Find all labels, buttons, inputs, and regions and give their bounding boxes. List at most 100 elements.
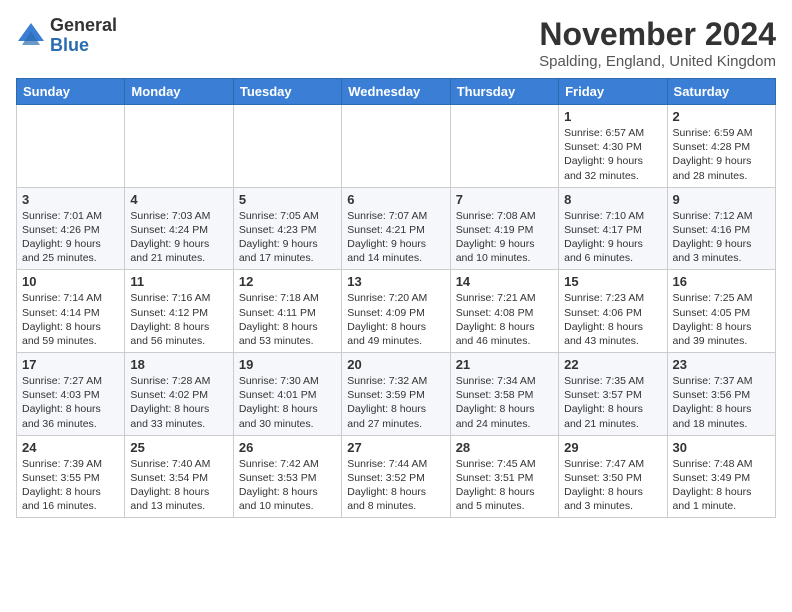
weekday-header-saturday: Saturday [667,79,775,105]
cell-text: Sunrise: 6:57 AM Sunset: 4:30 PM Dayligh… [564,126,661,183]
cell-text: Sunrise: 7:40 AM Sunset: 3:54 PM Dayligh… [130,457,227,514]
day-number: 25 [130,440,227,455]
calendar-cell: 2 Sunrise: 6:59 AM Sunset: 4:28 PM Daylig… [667,105,775,188]
day-number: 13 [347,274,444,289]
calendar-cell: 16Sunrise: 7:25 AM Sunset: 4:05 PM Dayli… [667,270,775,353]
calendar-cell: 7Sunrise: 7:08 AM Sunset: 4:19 PM Daylig… [450,187,558,270]
cell-text: Sunrise: 7:42 AM Sunset: 3:53 PM Dayligh… [239,457,336,514]
day-number: 28 [456,440,553,455]
header: General Blue November 2024 Spalding, Eng… [16,16,776,70]
calendar-cell: 9Sunrise: 7:12 AM Sunset: 4:16 PM Daylig… [667,187,775,270]
day-number: 2 [673,109,770,124]
title-area: November 2024 Spalding, England, United … [539,16,776,70]
calendar-cell [233,105,341,188]
cell-text: Sunrise: 7:05 AM Sunset: 4:23 PM Dayligh… [239,209,336,266]
calendar-cell: 3 Sunrise: 7:01 AM Sunset: 4:26 PM Daylig… [17,187,125,270]
cell-text: Sunrise: 7:35 AM Sunset: 3:57 PM Dayligh… [564,374,661,431]
cell-text: Sunrise: 7:28 AM Sunset: 4:02 PM Dayligh… [130,374,227,431]
calendar-cell: 27 Sunrise: 7:44 AM Sunset: 3:52 PM Dayli… [342,435,450,518]
calendar-cell: 5Sunrise: 7:05 AM Sunset: 4:23 PM Daylig… [233,187,341,270]
calendar-body: 1 Sunrise: 6:57 AM Sunset: 4:30 PM Daylig… [17,105,776,518]
calendar-cell: 1 Sunrise: 6:57 AM Sunset: 4:30 PM Daylig… [559,105,667,188]
cell-text: Sunrise: 7:45 AM Sunset: 3:51 PM Dayligh… [456,457,553,514]
calendar-cell [342,105,450,188]
cell-text: Sunrise: 7:47 AM Sunset: 3:50 PM Dayligh… [564,457,661,514]
calendar-cell [17,105,125,188]
day-number: 19 [239,357,336,372]
calendar-cell: 14 Sunrise: 7:21 AM Sunset: 4:08 PM Dayli… [450,270,558,353]
calendar-cell: 29 Sunrise: 7:47 AM Sunset: 3:50 PM Dayli… [559,435,667,518]
cell-text: Sunrise: 7:12 AM Sunset: 4:16 PM Dayligh… [673,209,770,266]
location-title: Spalding, England, United Kingdom [539,53,776,70]
calendar-week-4: 17 Sunrise: 7:27 AM Sunset: 4:03 PM Dayli… [17,353,776,436]
day-number: 24 [22,440,119,455]
cell-text: Sunrise: 7:16 AM Sunset: 4:12 PM Dayligh… [130,291,227,348]
calendar-cell: 28 Sunrise: 7:45 AM Sunset: 3:51 PM Dayli… [450,435,558,518]
cell-text: Sunrise: 7:48 AM Sunset: 3:49 PM Dayligh… [673,457,770,514]
calendar-cell: 24 Sunrise: 7:39 AM Sunset: 3:55 PM Dayli… [17,435,125,518]
calendar-week-2: 3 Sunrise: 7:01 AM Sunset: 4:26 PM Daylig… [17,187,776,270]
calendar-week-3: 10 Sunrise: 7:14 AM Sunset: 4:14 PM Dayli… [17,270,776,353]
day-number: 27 [347,440,444,455]
day-number: 15 [564,274,661,289]
calendar-cell: 23Sunrise: 7:37 AM Sunset: 3:56 PM Dayli… [667,353,775,436]
calendar-cell: 22 Sunrise: 7:35 AM Sunset: 3:57 PM Dayli… [559,353,667,436]
cell-text: Sunrise: 7:30 AM Sunset: 4:01 PM Dayligh… [239,374,336,431]
day-number: 11 [130,274,227,289]
cell-text: Sunrise: 7:34 AM Sunset: 3:58 PM Dayligh… [456,374,553,431]
weekday-header-wednesday: Wednesday [342,79,450,105]
day-number: 8 [564,192,661,207]
weekday-header-row: SundayMondayTuesdayWednesdayThursdayFrid… [17,79,776,105]
logo-blue-text: Blue [50,36,117,56]
weekday-header-monday: Monday [125,79,233,105]
calendar-cell: 19 Sunrise: 7:30 AM Sunset: 4:01 PM Dayli… [233,353,341,436]
calendar-table: SundayMondayTuesdayWednesdayThursdayFrid… [16,78,776,518]
cell-text: Sunrise: 7:18 AM Sunset: 4:11 PM Dayligh… [239,291,336,348]
cell-text: Sunrise: 7:03 AM Sunset: 4:24 PM Dayligh… [130,209,227,266]
calendar-cell: 20 Sunrise: 7:32 AM Sunset: 3:59 PM Dayli… [342,353,450,436]
logo-icon [16,21,46,51]
cell-text: Sunrise: 7:01 AM Sunset: 4:26 PM Dayligh… [22,209,119,266]
day-number: 23 [673,357,770,372]
cell-text: Sunrise: 6:59 AM Sunset: 4:28 PM Dayligh… [673,126,770,183]
day-number: 16 [673,274,770,289]
cell-text: Sunrise: 7:21 AM Sunset: 4:08 PM Dayligh… [456,291,553,348]
day-number: 20 [347,357,444,372]
calendar-week-1: 1 Sunrise: 6:57 AM Sunset: 4:30 PM Daylig… [17,105,776,188]
day-number: 14 [456,274,553,289]
logo-general-text: General [50,16,117,36]
cell-text: Sunrise: 7:39 AM Sunset: 3:55 PM Dayligh… [22,457,119,514]
day-number: 29 [564,440,661,455]
calendar-cell: 13 Sunrise: 7:20 AM Sunset: 4:09 PM Dayli… [342,270,450,353]
cell-text: Sunrise: 7:32 AM Sunset: 3:59 PM Dayligh… [347,374,444,431]
calendar-cell: 6 Sunrise: 7:07 AM Sunset: 4:21 PM Daylig… [342,187,450,270]
day-number: 7 [456,192,553,207]
calendar-week-5: 24 Sunrise: 7:39 AM Sunset: 3:55 PM Dayli… [17,435,776,518]
day-number: 17 [22,357,119,372]
cell-text: Sunrise: 7:07 AM Sunset: 4:21 PM Dayligh… [347,209,444,266]
weekday-header-friday: Friday [559,79,667,105]
calendar-cell: 15 Sunrise: 7:23 AM Sunset: 4:06 PM Dayli… [559,270,667,353]
weekday-header-sunday: Sunday [17,79,125,105]
calendar-cell: 25 Sunrise: 7:40 AM Sunset: 3:54 PM Dayli… [125,435,233,518]
day-number: 3 [22,192,119,207]
weekday-header-tuesday: Tuesday [233,79,341,105]
logo: General Blue [16,16,117,56]
day-number: 12 [239,274,336,289]
cell-text: Sunrise: 7:27 AM Sunset: 4:03 PM Dayligh… [22,374,119,431]
calendar-cell: 26 Sunrise: 7:42 AM Sunset: 3:53 PM Dayli… [233,435,341,518]
day-number: 6 [347,192,444,207]
day-number: 10 [22,274,119,289]
cell-text: Sunrise: 7:14 AM Sunset: 4:14 PM Dayligh… [22,291,119,348]
cell-text: Sunrise: 7:10 AM Sunset: 4:17 PM Dayligh… [564,209,661,266]
calendar-cell: 11 Sunrise: 7:16 AM Sunset: 4:12 PM Dayli… [125,270,233,353]
calendar-cell [450,105,558,188]
cell-text: Sunrise: 7:23 AM Sunset: 4:06 PM Dayligh… [564,291,661,348]
day-number: 22 [564,357,661,372]
day-number: 18 [130,357,227,372]
day-number: 1 [564,109,661,124]
day-number: 26 [239,440,336,455]
cell-text: Sunrise: 7:44 AM Sunset: 3:52 PM Dayligh… [347,457,444,514]
cell-text: Sunrise: 7:20 AM Sunset: 4:09 PM Dayligh… [347,291,444,348]
day-number: 21 [456,357,553,372]
